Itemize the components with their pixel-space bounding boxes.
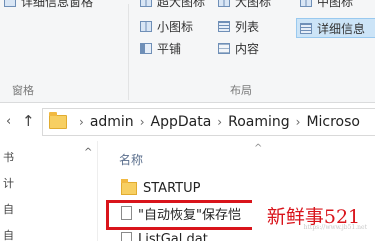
chevron-right-icon[interactable]: › xyxy=(217,115,222,129)
chevron-right-icon[interactable]: › xyxy=(140,115,145,129)
details-icon xyxy=(300,23,312,34)
large-icons-icon xyxy=(218,0,230,7)
address-bar-row: ‹ ↑ › admin › AppData › Roaming › Micros… xyxy=(0,104,375,140)
chevron-right-icon[interactable]: › xyxy=(296,115,301,129)
nav-item-fragment[interactable]: 计 xyxy=(3,175,14,191)
sort-up-icon: ^ xyxy=(254,143,263,154)
large-icons-option[interactable]: 大图标 xyxy=(218,0,271,10)
navigation-pane: ^ 书 计 自 自 xyxy=(0,141,98,241)
extra-large-icons-label: 超大图标 xyxy=(157,0,206,9)
extra-large-icons-option[interactable]: 超大图标 xyxy=(140,0,205,10)
content-icon xyxy=(218,43,230,54)
details-pane-button[interactable]: 详细信息窗格 xyxy=(4,0,93,10)
tiles-label: 平铺 xyxy=(157,42,182,56)
medium-icons-label: 中图标 xyxy=(317,0,354,9)
watermark: 新鲜事521 https://www.jb51.net xyxy=(252,197,375,233)
tiles-icon xyxy=(140,43,152,54)
folder-icon xyxy=(49,112,67,129)
folder-icon xyxy=(121,178,137,195)
name-column-header[interactable]: 名称 xyxy=(119,151,143,168)
list-item[interactable]: STARTUP xyxy=(121,177,200,199)
layout-group-caption: 布局 xyxy=(230,84,252,97)
highlight-annotation xyxy=(106,200,255,230)
nav-item-fragment[interactable]: 自 xyxy=(3,227,14,241)
content-option[interactable]: 内容 xyxy=(218,40,259,57)
extra-large-icons-icon xyxy=(140,0,152,7)
breadcrumb-appdata[interactable]: AppData xyxy=(151,114,212,130)
ribbon: 详细信息窗格 超大图标 大图标 中图标 小图标 列表 详细信息 平铺 内容 窗格… xyxy=(0,0,375,103)
file-name: ListGal.dat xyxy=(138,231,208,241)
list-option[interactable]: 列表 xyxy=(218,18,259,35)
medium-icons-option[interactable]: 中图标 xyxy=(300,0,353,10)
list-label: 列表 xyxy=(235,20,260,34)
nav-item-fragment[interactable]: 自 xyxy=(3,201,14,217)
small-icons-icon xyxy=(140,21,152,32)
large-icons-label: 大图标 xyxy=(235,0,272,9)
small-icons-option[interactable]: 小图标 xyxy=(140,18,193,35)
details-pane-label: 详细信息窗格 xyxy=(21,0,94,9)
list-icon xyxy=(218,21,230,32)
up-arrow-icon[interactable]: ↑ xyxy=(22,112,35,130)
breadcrumb-microsoft[interactable]: Microso xyxy=(306,114,360,130)
file-icon xyxy=(121,232,132,241)
nav-item-fragment[interactable]: 书 xyxy=(3,149,14,165)
address-bar[interactable]: › admin › AppData › Roaming › Microso xyxy=(42,108,375,136)
chevron-up-icon[interactable]: ^ xyxy=(84,147,92,158)
panes-group-caption: 窗格 xyxy=(12,84,34,97)
details-pane-icon xyxy=(4,0,16,7)
watermark-url: https://www.jb51.net xyxy=(303,224,367,231)
breadcrumb-admin[interactable]: admin xyxy=(90,114,134,130)
file-name: STARTUP xyxy=(143,180,201,196)
ribbon-separator xyxy=(128,4,129,100)
small-icons-label: 小图标 xyxy=(157,20,194,34)
back-arrow-icon[interactable]: ‹ xyxy=(6,114,11,129)
details-label: 详细信息 xyxy=(317,22,366,36)
details-option[interactable]: 详细信息 xyxy=(300,20,365,37)
chevron-right-icon[interactable]: › xyxy=(79,115,84,129)
tiles-option[interactable]: 平铺 xyxy=(140,40,181,57)
content-label: 内容 xyxy=(235,42,260,56)
medium-icons-icon xyxy=(300,0,312,7)
breadcrumb-roaming[interactable]: Roaming xyxy=(228,114,290,130)
